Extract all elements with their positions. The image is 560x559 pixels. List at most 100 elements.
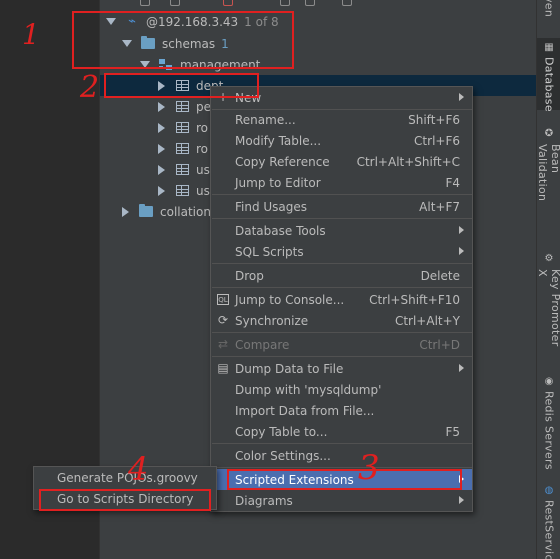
menu-label: Jump to Console... <box>235 292 345 307</box>
expand-arrow-icon[interactable] <box>158 143 165 154</box>
toolbar-icon[interactable] <box>140 0 150 6</box>
menu-item-rename[interactable]: Rename... Shift+F6 <box>211 109 472 130</box>
bean-icon: ✪ <box>544 128 554 140</box>
tool-tab-label: RestServic <box>542 500 556 559</box>
table-label: us <box>196 162 210 177</box>
table-icon <box>174 100 190 114</box>
menu-label: Synchronize <box>235 313 309 328</box>
annotation-number: 1 <box>22 18 40 51</box>
tool-tab-rest-services[interactable]: ◍ RestServic <box>537 485 560 559</box>
annotation-box <box>227 469 462 490</box>
menu-label: Dump Data to File <box>235 361 344 376</box>
submenu-arrow-icon <box>459 247 464 255</box>
menu-item-find-usages[interactable]: Find Usages Alt+F7 <box>211 196 472 217</box>
menu-item-copy-table[interactable]: Copy Table to... F5 <box>211 421 472 442</box>
table-icon <box>174 121 190 135</box>
tool-tab-label: Database <box>542 57 556 112</box>
menu-shortcut: Ctrl+D <box>419 337 460 352</box>
tool-tab-redis[interactable]: ◉ Redis Servers <box>537 375 560 470</box>
menu-shortcut: Ctrl+Alt+Shift+C <box>356 154 460 169</box>
menu-shortcut: Alt+F7 <box>419 199 460 214</box>
table-label: pe <box>196 99 211 114</box>
stop-icon[interactable] <box>223 0 233 6</box>
menu-label: Modify Table... <box>235 133 322 148</box>
menu-label: SQL Scripts <box>235 244 304 259</box>
menu-item-synchronize[interactable]: ⟳ Synchronize Ctrl+Alt+Y <box>211 310 472 331</box>
annotation-number: 3 <box>358 448 380 488</box>
sync-icon: ⟳ <box>217 313 229 327</box>
menu-item-database-tools[interactable]: Database Tools <box>211 220 472 241</box>
menu-separator <box>212 356 472 357</box>
annotation-number: 2 <box>80 70 100 105</box>
menu-item-jump-to-console[interactable]: QL Jump to Console... Ctrl+Shift+F10 <box>211 289 472 310</box>
menu-item-copy-reference[interactable]: Copy Reference Ctrl+Alt+Shift+C <box>211 151 472 172</box>
tool-tab-label: Key Promoter X <box>536 268 560 347</box>
compare-icon: ⇄ <box>217 337 229 351</box>
toolbar-icon[interactable] <box>280 0 290 6</box>
annotation-box <box>72 11 294 69</box>
menu-shortcut: Ctrl+Shift+F10 <box>369 292 460 307</box>
menu-label: Copy Reference <box>235 154 330 169</box>
tool-tab-bean-validation[interactable]: ✪ Bean Validation <box>536 128 560 233</box>
menu-separator <box>212 263 472 264</box>
annotation-box <box>104 73 259 98</box>
menu-label: Import Data from File... <box>235 403 375 418</box>
menu-label: Drop <box>235 268 264 283</box>
refresh-icon[interactable] <box>170 0 180 6</box>
menu-label: Find Usages <box>235 199 308 214</box>
menu-item-sql-scripts[interactable]: SQL Scripts <box>211 241 472 262</box>
dump-icon: ▤ <box>217 361 229 375</box>
submenu-arrow-icon <box>459 226 464 234</box>
menu-label: Color Settings... <box>235 448 331 463</box>
table-icon <box>174 163 190 177</box>
rest-icon: ◍ <box>544 485 554 496</box>
menu-separator <box>212 443 472 444</box>
menu-label: Compare <box>235 337 290 352</box>
menu-shortcut: F4 <box>445 175 460 190</box>
submenu-item-generate-pojos[interactable]: Generate POJOs.groovy <box>34 467 216 488</box>
menu-item-dump-data[interactable]: ▤ Dump Data to File <box>211 358 472 379</box>
tool-tab-label: ven <box>542 0 556 18</box>
menu-item-import-data[interactable]: Import Data from File... <box>211 400 472 421</box>
menu-shortcut: Delete <box>420 268 460 283</box>
database-icon: ▦ <box>544 42 554 53</box>
submenu-arrow-icon <box>459 496 464 504</box>
menu-shortcut: Ctrl+Alt+Y <box>394 313 460 328</box>
table-label: us <box>196 183 210 198</box>
menu-item-compare: ⇄ Compare Ctrl+D <box>211 334 472 355</box>
toolbar-icon[interactable] <box>305 0 315 6</box>
annotation-number: 4 <box>128 450 149 488</box>
menu-item-drop[interactable]: Drop Delete <box>211 265 472 286</box>
menu-item-color-settings[interactable]: Color Settings... <box>211 445 472 466</box>
menu-separator <box>212 194 472 195</box>
table-label: ro <box>196 120 209 135</box>
table-label: ro <box>196 141 209 156</box>
collation-label: collation <box>160 204 211 219</box>
menu-item-dump-mysqldump[interactable]: Dump with 'mysqldump' <box>211 379 472 400</box>
menu-shortcut: Shift+F6 <box>408 112 460 127</box>
tool-tab-database[interactable]: ▦ Database <box>537 38 560 112</box>
menu-item-jump-to-editor[interactable]: Jump to Editor F4 <box>211 172 472 193</box>
expand-arrow-icon[interactable] <box>158 101 165 112</box>
toolbar-icon[interactable] <box>342 0 352 6</box>
right-tool-window-bar: ven ▦ Database ✪ Bean Validation ⚙ Key P… <box>536 0 560 559</box>
menu-item-modify-table[interactable]: Modify Table... Ctrl+F6 <box>211 130 472 151</box>
annotation-box <box>39 489 211 511</box>
console-icon: QL <box>217 294 229 305</box>
tool-tab-key-promoter[interactable]: ⚙ Key Promoter X <box>536 253 560 358</box>
expand-arrow-icon[interactable] <box>158 185 165 196</box>
menu-label: Rename... <box>235 112 296 127</box>
menu-label: Dump with 'mysqldump' <box>235 382 382 397</box>
menu-label: Diagrams <box>235 493 293 508</box>
submenu-arrow-icon <box>459 364 464 372</box>
redis-icon: ◉ <box>544 375 554 387</box>
expand-arrow-icon[interactable] <box>158 122 165 133</box>
folder-icon <box>138 204 154 219</box>
tool-tab-maven[interactable]: ven <box>537 0 560 30</box>
expand-arrow-icon[interactable] <box>158 164 165 175</box>
expand-arrow-icon[interactable] <box>122 206 129 217</box>
menu-label: Jump to Editor <box>235 175 321 190</box>
menu-separator <box>212 467 472 468</box>
tool-tab-label: Bean Validation <box>536 143 560 202</box>
menu-item-diagrams[interactable]: Diagrams <box>211 490 472 511</box>
